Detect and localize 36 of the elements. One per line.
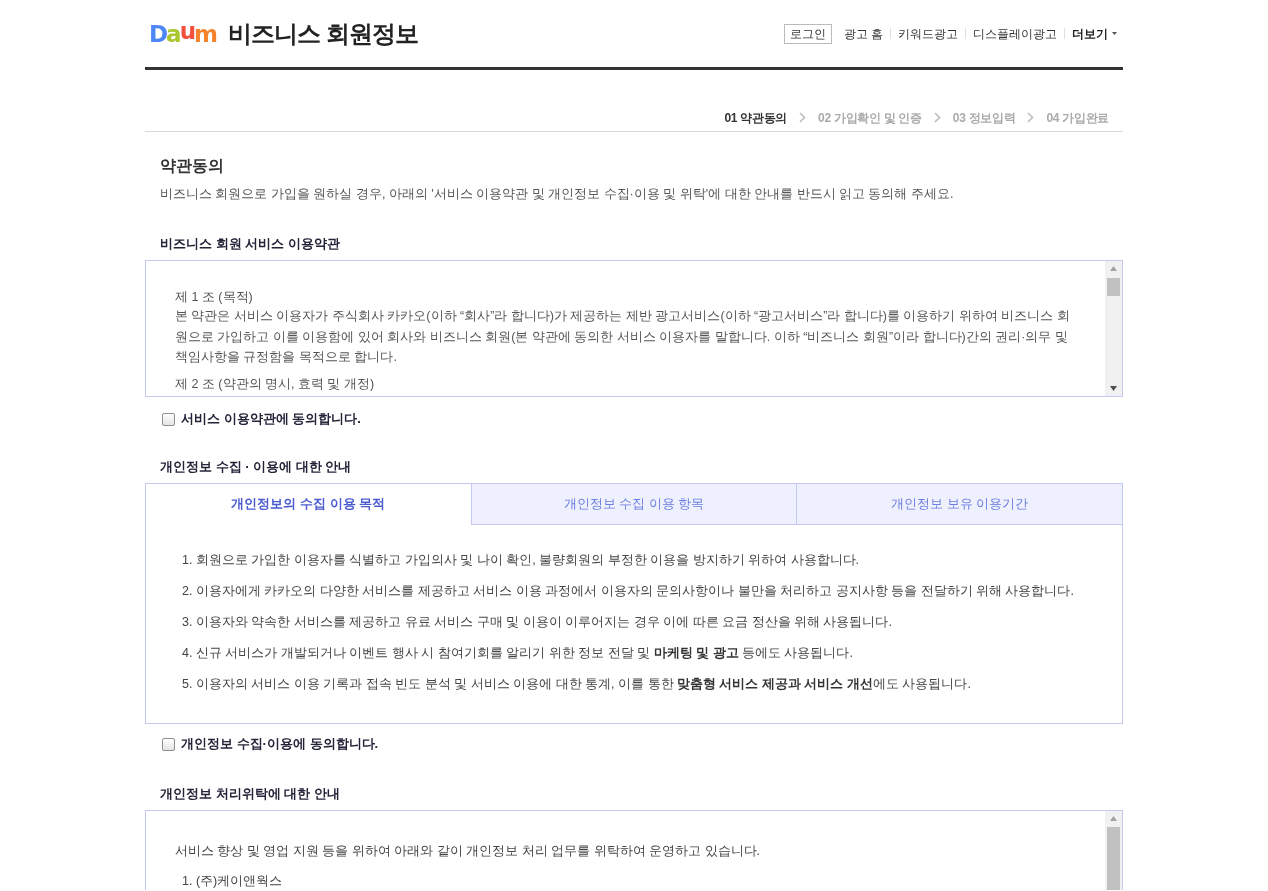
outsourcing-text: 서비스 향상 및 영업 지원 등을 위하여 아래와 같이 개인정보 처리 업무를 위탁하여 운영하고 있습니다. [175,843,762,860]
chevron-right-icon [1027,112,1035,123]
nav-link[interactable]: 디스플레이광고 [966,26,1064,41]
checkbox[interactable] [162,412,175,426]
page-title: 비즈니스 회원정보 [227,18,418,49]
purpose-item: 4. 신규 서비스가 개발되거나 이벤트 행사 시 참여기회를 알리기 위한 정보 전달 및 마케팅 및 광고 등에도 사용됩니다. [182,645,854,662]
section-heading: 개인정보 수집 · 이용에 대한 안내 [160,459,353,475]
chevron-right-icon [933,112,941,123]
purpose-item: 5. 이용자의 서비스 이용 기록과 접속 빈도 분석 및 서비스 이용에 대한 통계, 이를 통한 맞춤형 서비스 제공과 서비스 개선에도 사용됩니다. [182,676,972,693]
scrollbar[interactable] [1105,261,1122,396]
agree-label: 개인정보 수집·이용에 동의합니다. [181,736,379,752]
section-heading: 개인정보 처리위탁에 대한 안내 [160,786,341,802]
section-heading: 비즈니스 회원 서비스 이용약관 [160,236,341,252]
logo[interactable]: Daum [149,20,218,47]
caret-icon [1112,32,1117,35]
purpose-item: 3. 이용자와 약속한 서비스를 제공하고 유료 서비스 구매 및 이용이 이루어지는 경우 이에 따른 요금 정산을 위해 사용됩니다. [182,614,893,631]
step-label: 03 정보입력 [952,109,1016,126]
checkbox[interactable] [162,737,175,751]
agree-label: 서비스 이용약관에 동의합니다. [181,411,361,427]
step-label: 01 약관동의 [724,109,788,126]
more-menu-button[interactable]: 더보기 [1065,26,1117,41]
nav-link[interactable]: 키워드광고 [891,26,965,41]
company-item: 1. (주)케이앤웍스 [182,873,284,889]
nav-link[interactable]: 광고 홈 [836,26,890,41]
step-label: 02 가입확인 및 인증 [818,109,922,126]
article-title: 제 1 조 (목적) [175,289,254,306]
login-button[interactable]: 로그인 [783,23,832,44]
scrollbar[interactable] [1105,811,1122,890]
step-label: 04 가입완료 [1046,109,1109,126]
description: 비즈니스 회원으로 가입을 원하실 경우, 아래의 '서비스 이용약관 및 개인정보 수집·이용 및 위탁'에 대한 안내를 반드시 읽고 동의해 주세요. [160,186,955,203]
purpose-item: 2. 이용자에게 카카오의 다양한 서비스를 제공하고 서비스 이용 과정에서 이용자의 문의사항이나 불만을 처리하고 공지사항 등을 전달하기 위해 사용합니다. [182,583,1075,600]
purpose-item: 1. 회원으로 가입한 이용자를 식별하고 가입의사 및 나이 확인, 불량회원의 부정한 이용을 방지하기 위하여 사용합니다. [182,552,860,569]
article-text: 본 약관은 서비스 이용자가 주식회사 카카오(이하 “회사”라 합니다)가 제공하는 제반 광고서비스(이하 “광고서비스”라 합니다)를 이용하기 위하여 비즈니스 회원으로 가입하고 이를 이용함에 있어 회사와 비즈니스 회원(본 약관에 동의한 서비스 이용자를 말합니다. 이하 “비즈니스 회원”이라 합니다)간의 권리·의무 및 책임사항을 규정함을 목적으로 합니다. [175,308,1071,366]
article-title: 제 2 조 (약관의 명시, 효력 및 개정) [175,375,376,393]
chevron-right-icon [799,112,807,123]
section-title: 약관동의 [160,156,225,176]
